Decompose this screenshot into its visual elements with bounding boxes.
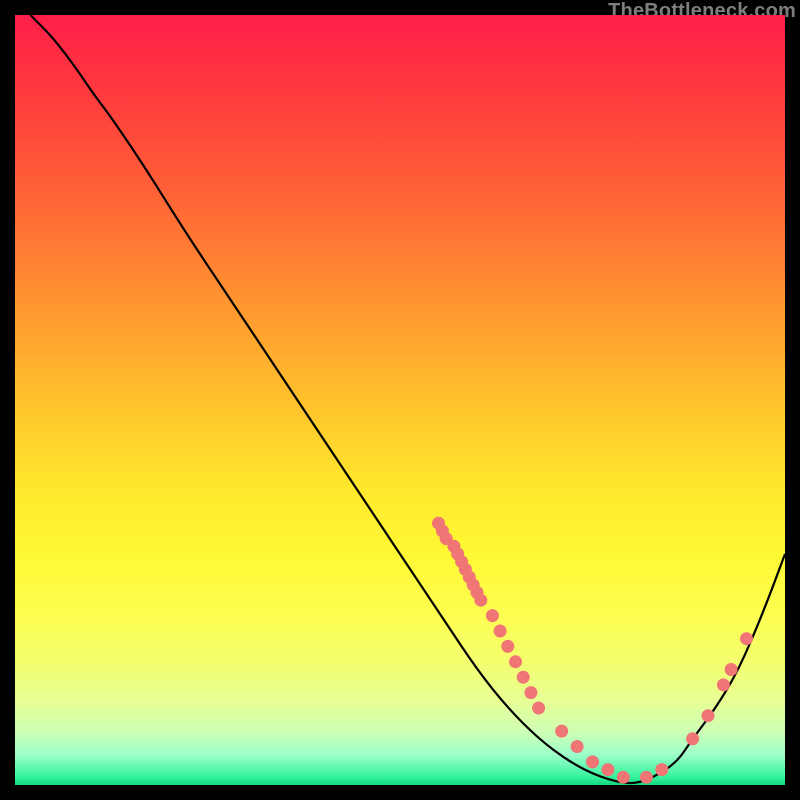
data-dot xyxy=(555,725,568,738)
data-dot xyxy=(655,763,668,776)
data-dot xyxy=(474,594,487,607)
data-dot xyxy=(501,640,514,653)
data-dot xyxy=(532,702,545,715)
data-dot xyxy=(640,771,653,784)
data-dot xyxy=(509,655,522,668)
chart-stage: TheBottleneck.com xyxy=(0,0,800,800)
data-dot xyxy=(494,625,507,638)
data-dot xyxy=(571,740,584,753)
data-dot xyxy=(725,663,738,676)
data-dots xyxy=(432,517,753,784)
data-dot xyxy=(717,678,730,691)
data-dot xyxy=(740,632,753,645)
chart-plot xyxy=(15,15,785,785)
data-dot xyxy=(686,732,699,745)
data-dot xyxy=(617,771,630,784)
data-dot xyxy=(486,609,499,622)
data-dot xyxy=(524,686,537,699)
data-dot xyxy=(702,709,715,722)
data-dot xyxy=(517,671,530,684)
data-dot xyxy=(586,755,599,768)
chart-svg-overlay xyxy=(15,15,785,785)
data-dot xyxy=(601,763,614,776)
bottleneck-curve xyxy=(30,15,785,783)
